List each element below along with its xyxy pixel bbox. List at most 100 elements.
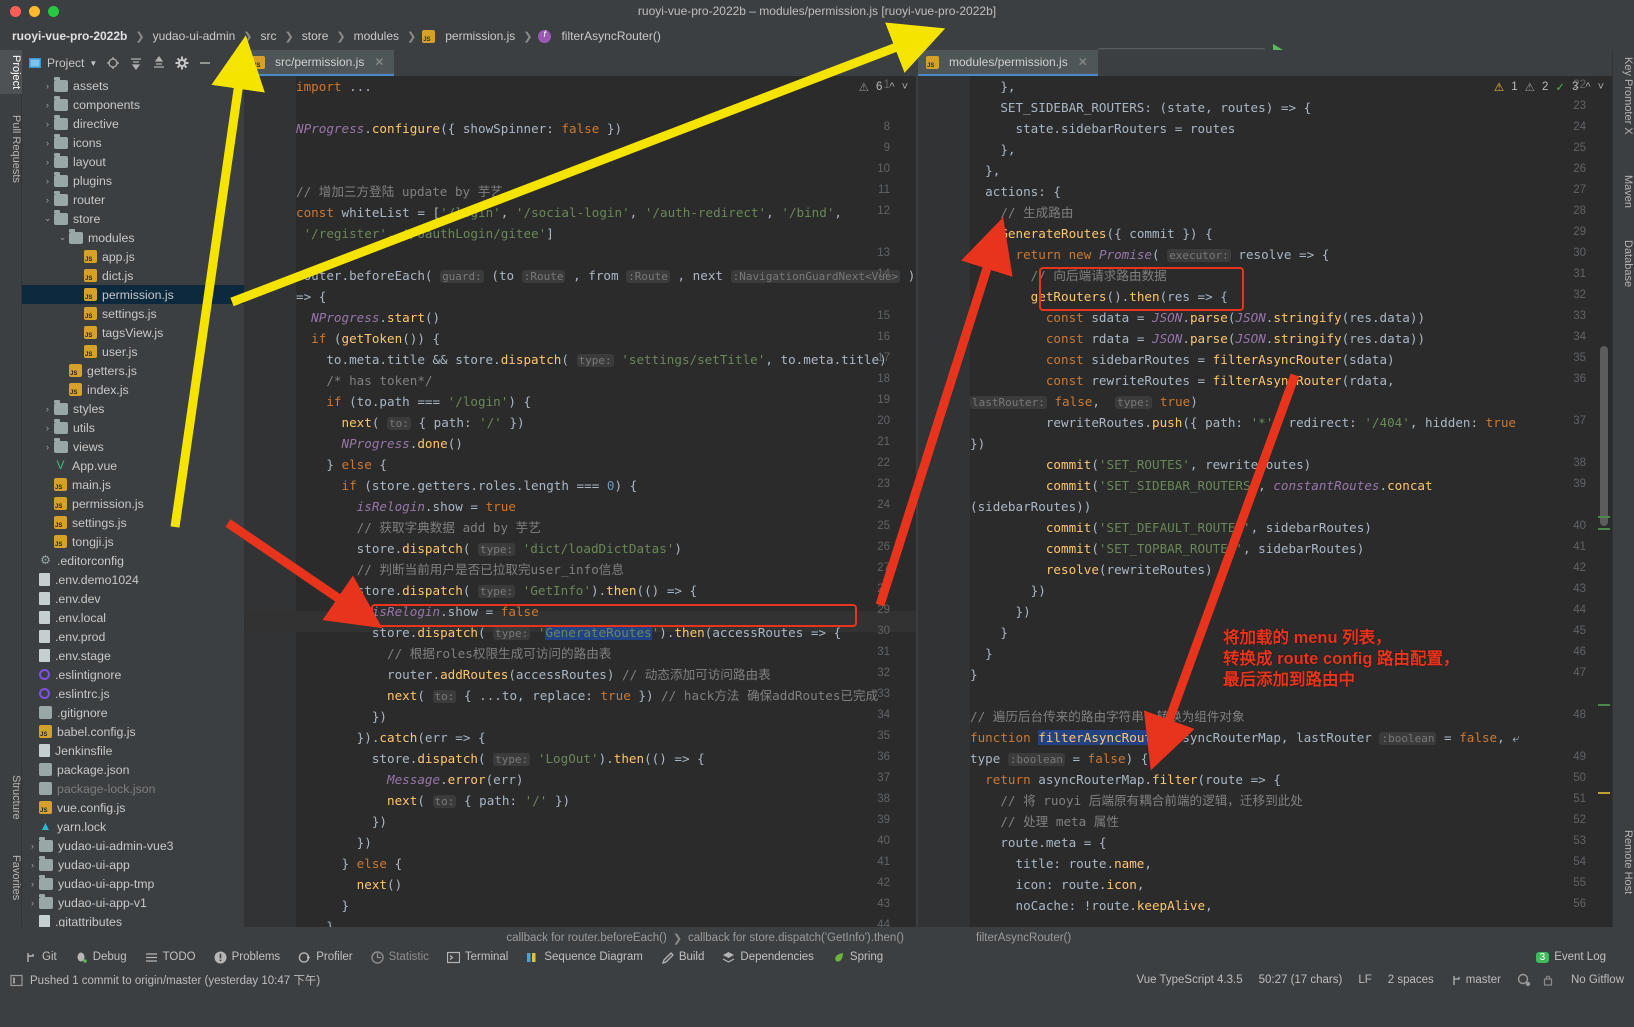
code-editor-right[interactable]: }, SET_SIDEBAR_ROUTERS: (state, routes) … xyxy=(918,76,1612,927)
project-tree[interactable]: ›assets›components›directive›icons›layou… xyxy=(22,76,244,927)
editor-gutter-left[interactable] xyxy=(244,76,296,927)
tool-button-spring[interactable]: Spring xyxy=(832,951,883,964)
hide-icon[interactable] xyxy=(198,56,212,70)
disclosure-triangle-icon[interactable]: › xyxy=(41,157,54,167)
sidebar-item-project[interactable]: Project xyxy=(0,50,22,94)
breadcrumb-seg[interactable]: callback for router.beforeEach() xyxy=(506,932,666,944)
tree-item[interactable]: ▲yarn.lock xyxy=(22,817,244,836)
sidebar-item-remote-host[interactable]: Remote Host xyxy=(1612,825,1634,899)
breadcrumb-item-module[interactable]: yudao-ui-admin xyxy=(151,29,238,43)
status-icons[interactable] xyxy=(1517,973,1555,987)
tree-item[interactable]: main.js xyxy=(22,475,244,494)
tree-item[interactable]: package-lock.json xyxy=(22,779,244,798)
editor-code-right[interactable]: }, SET_SIDEBAR_ROUTERS: (state, routes) … xyxy=(970,76,1612,927)
tree-item[interactable]: permission.js xyxy=(22,285,244,304)
sidebar-item-favorites[interactable]: Favorites xyxy=(0,850,22,905)
tree-item[interactable]: ›yudao-ui-app xyxy=(22,855,244,874)
tree-item[interactable]: getters.js xyxy=(22,361,244,380)
tree-item[interactable]: ›icons xyxy=(22,133,244,152)
settings-icon[interactable] xyxy=(175,56,189,70)
close-icon[interactable]: ✕ xyxy=(374,55,384,69)
tree-item[interactable]: VApp.vue xyxy=(22,456,244,475)
tab-src-permission-js[interactable]: src/permission.js ✕ xyxy=(244,50,394,76)
tree-item[interactable]: package.json xyxy=(22,760,244,779)
status-indent[interactable]: 2 spaces xyxy=(1388,974,1434,986)
tree-item[interactable]: ⌄store xyxy=(22,209,244,228)
disclosure-triangle-icon[interactable]: › xyxy=(41,195,54,205)
disclosure-triangle-icon[interactable]: › xyxy=(41,119,54,129)
disclosure-triangle-icon[interactable]: › xyxy=(41,442,54,452)
tool-button-todo[interactable]: TODO xyxy=(145,951,196,964)
tree-item[interactable]: permission.js xyxy=(22,494,244,513)
chevron-up-icon[interactable]: ^ xyxy=(889,81,894,93)
tree-item[interactable]: index.js xyxy=(22,380,244,399)
tree-item[interactable]: ›yudao-ui-admin-vue3 xyxy=(22,836,244,855)
chevron-down-icon[interactable]: ˅ xyxy=(1598,81,1604,93)
editor-gutter-right[interactable] xyxy=(918,76,970,927)
tree-item[interactable]: ›router xyxy=(22,190,244,209)
tree-item[interactable]: .gitattributes xyxy=(22,912,244,927)
chevron-down-icon[interactable]: ˅ xyxy=(902,81,908,93)
tree-item[interactable]: .env.stage xyxy=(22,646,244,665)
tree-item[interactable]: ›plugins xyxy=(22,171,244,190)
tree-item[interactable]: .eslintrc.js xyxy=(22,684,244,703)
tree-item[interactable]: .env.local xyxy=(22,608,244,627)
disclosure-triangle-icon[interactable]: › xyxy=(26,841,39,851)
tree-item[interactable]: ›utils xyxy=(22,418,244,437)
tree-item[interactable]: dict.js xyxy=(22,266,244,285)
disclosure-triangle-icon[interactable]: › xyxy=(41,100,54,110)
tool-button-git[interactable]: Git xyxy=(24,951,57,964)
editor-scrollbar-right[interactable] xyxy=(1600,346,1608,526)
breadcrumb-item-function[interactable]: filterAsyncRouter() xyxy=(559,29,662,43)
collapse-all-icon[interactable] xyxy=(152,56,166,70)
disclosure-triangle-icon[interactable]: › xyxy=(41,176,54,186)
tree-item[interactable]: ›directive xyxy=(22,114,244,133)
tool-button-build[interactable]: Build xyxy=(661,951,705,964)
tree-item[interactable]: ›views xyxy=(22,437,244,456)
status-language[interactable]: Vue TypeScript 4.3.5 xyxy=(1136,974,1242,986)
disclosure-triangle-icon[interactable]: › xyxy=(41,138,54,148)
tree-item[interactable]: ›yudao-ui-app-v1 xyxy=(22,893,244,912)
breadcrumb-item-file[interactable]: permission.js xyxy=(443,29,517,43)
tool-button-dependencies[interactable]: Dependencies xyxy=(722,951,814,964)
status-caret-position[interactable]: 50:27 (17 chars) xyxy=(1259,974,1343,986)
tree-item[interactable]: settings.js xyxy=(22,304,244,323)
tool-button-sequence-diagram[interactable]: Sequence Diagram xyxy=(526,951,642,964)
status-gitflow[interactable]: No Gitflow xyxy=(1571,974,1624,986)
locate-icon[interactable] xyxy=(106,56,120,70)
sidebar-item-database[interactable]: Database xyxy=(1612,235,1634,292)
disclosure-triangle-icon[interactable]: › xyxy=(26,898,39,908)
tree-item[interactable]: vue.config.js xyxy=(22,798,244,817)
tree-item[interactable]: babel.config.js xyxy=(22,722,244,741)
tree-item[interactable]: .eslintignore xyxy=(22,665,244,684)
close-icon[interactable]: ✕ xyxy=(1078,55,1088,69)
chevron-down-icon[interactable]: ▼ xyxy=(89,59,97,68)
tree-item[interactable]: ⚙.editorconfig xyxy=(22,551,244,570)
inspection-widget-right[interactable]: ⚠ 1 ⚠ 2 ✓ 3 ^ ˅ xyxy=(1494,80,1604,94)
status-branch[interactable]: master xyxy=(1450,974,1501,987)
breadcrumb-item-project[interactable]: ruoyi-vue-pro-2022b xyxy=(10,29,129,43)
tree-item[interactable]: ›yudao-ui-app-tmp xyxy=(22,874,244,893)
sidebar-item-structure[interactable]: Structure xyxy=(0,770,22,825)
breadcrumb-seg[interactable]: filterAsyncRouter() xyxy=(976,932,1071,944)
breadcrumb-seg[interactable]: callback for store.dispatch('GetInfo').t… xyxy=(688,932,904,944)
tree-item[interactable]: .env.demo1024 xyxy=(22,570,244,589)
chevron-up-icon[interactable]: ^ xyxy=(1585,81,1590,93)
breadcrumb-item-store[interactable]: store xyxy=(300,29,331,43)
disclosure-triangle-icon[interactable]: ⌄ xyxy=(56,232,69,243)
tree-item[interactable]: ›layout xyxy=(22,152,244,171)
tree-item[interactable]: ›components xyxy=(22,95,244,114)
tree-item[interactable]: app.js xyxy=(22,247,244,266)
tree-item[interactable]: ⌄modules xyxy=(22,228,244,247)
expand-all-icon[interactable] xyxy=(129,56,143,70)
tree-item[interactable]: user.js xyxy=(22,342,244,361)
tree-item[interactable]: settings.js xyxy=(22,513,244,532)
event-log-button[interactable]: 3 Event Log xyxy=(1536,951,1606,963)
tool-button-statistic[interactable]: Statistic xyxy=(371,951,429,964)
tool-button-profiler[interactable]: Profiler xyxy=(298,951,352,964)
breadcrumb-item-modules[interactable]: modules xyxy=(352,29,401,43)
tab-modules-permission-js[interactable]: modules/permission.js ✕ xyxy=(918,50,1098,76)
tree-item[interactable]: .env.prod xyxy=(22,627,244,646)
tree-item[interactable]: .env.dev xyxy=(22,589,244,608)
sidebar-item-key-promoter[interactable]: Key Promoter X xyxy=(1612,52,1634,140)
